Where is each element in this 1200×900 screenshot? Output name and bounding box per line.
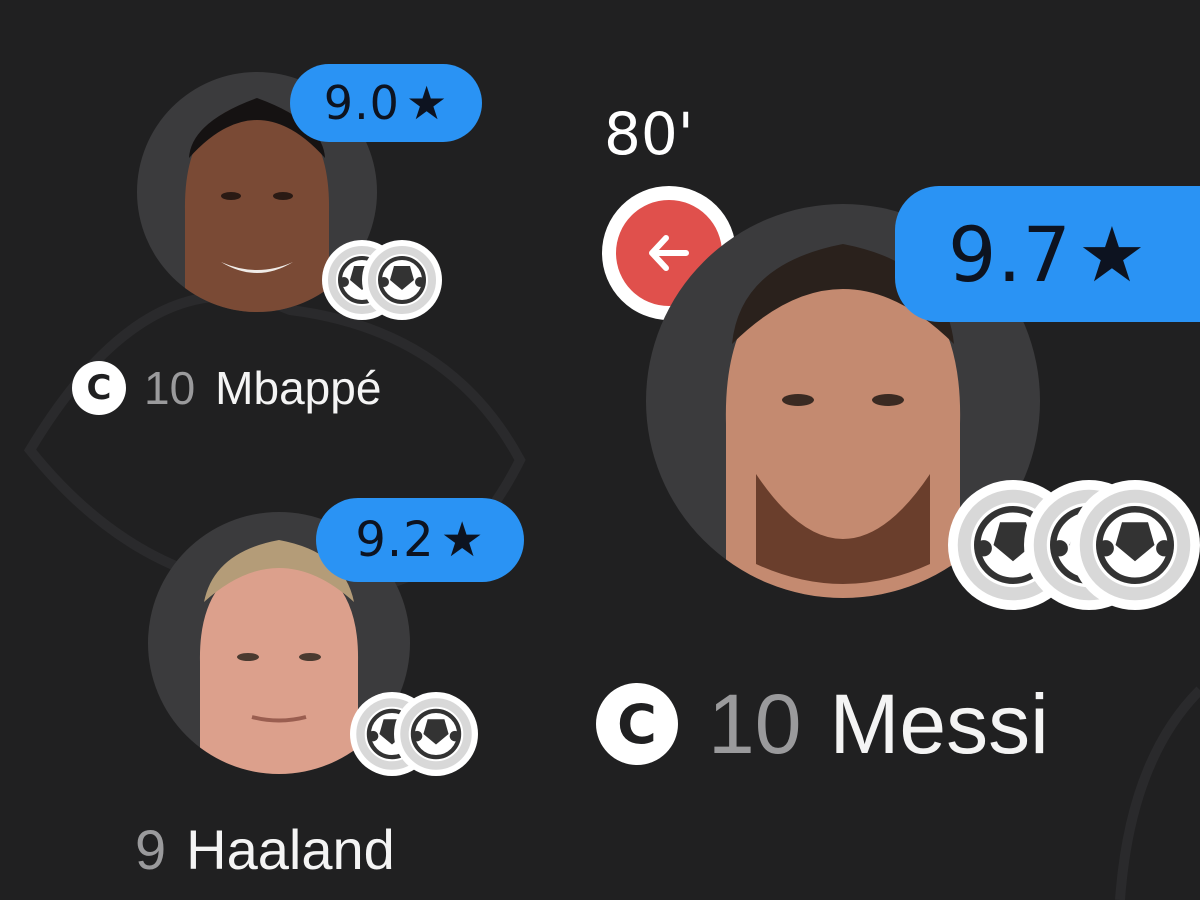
player-label-haaland: 9 Haaland: [135, 816, 395, 882]
rating-badge-haaland: 9.2 ★: [316, 498, 524, 582]
rating-value: 9.0: [323, 76, 400, 130]
player-label-messi: C 10 Messi: [596, 676, 1049, 772]
rating-badge-mbappe: 9.0 ★: [290, 64, 482, 142]
goals-mbappe: [322, 240, 442, 322]
football-icon: [1070, 480, 1200, 610]
star-icon: ★: [1077, 209, 1147, 299]
rating-badge-messi: 9.7 ★: [895, 186, 1200, 322]
rating-value: 9.2: [355, 512, 435, 568]
rating-value: 9.7: [947, 209, 1072, 299]
football-icon: [362, 240, 442, 320]
player-label-mbappe: C 10 Mbappé: [72, 358, 381, 418]
lineup-pitch: 9.0 ★ C 10 Mbappé 9.2 ★ 9 Haaland 80' 9.…: [0, 0, 1200, 900]
football-icon: [394, 692, 478, 776]
star-icon: ★: [440, 512, 485, 568]
shirt-number: 10: [708, 676, 802, 771]
player-name: Messi: [829, 676, 1049, 771]
captain-icon: C: [596, 683, 678, 765]
shirt-number: 9: [135, 817, 167, 881]
star-icon: ★: [405, 76, 449, 130]
substitution-time: 80': [604, 100, 694, 168]
player-name: Haaland: [186, 817, 395, 881]
player-name: Mbappé: [215, 362, 382, 414]
shirt-number: 10: [144, 362, 196, 414]
captain-icon: C: [72, 361, 126, 415]
goals-messi: [948, 480, 1200, 612]
goals-haaland: [350, 692, 482, 776]
